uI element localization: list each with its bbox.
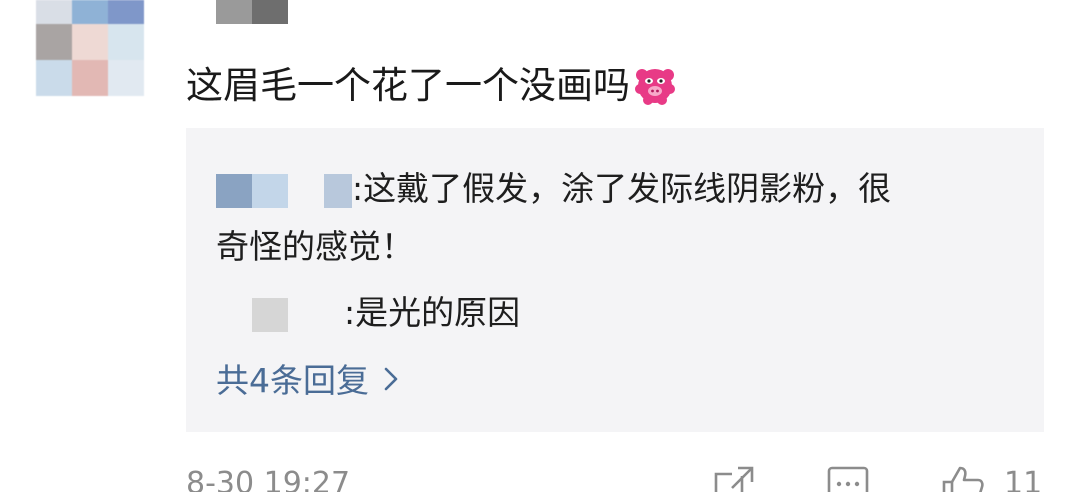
- reply-item[interactable]: :是光的原因: [216, 288, 520, 338]
- comment-body: 这眉毛一个花了一个没画吗: [186, 60, 676, 112]
- replies-panel[interactable]: :这戴了假发，涂了发际线阴影粉，很 奇怪的感觉！ :是光的原因 共4条回复: [186, 128, 1044, 432]
- reply-author-blurred[interactable]: [252, 297, 288, 332]
- reply-text: :是光的原因: [344, 293, 521, 332]
- username-blurred[interactable]: [216, 0, 288, 24]
- angry-pig-face-emoji-icon: [634, 65, 676, 107]
- reply-author-blurred-gap: [216, 298, 252, 332]
- chevron-right-icon: [383, 356, 399, 406]
- reply-item[interactable]: :这戴了假发，涂了发际线阴影粉，很: [216, 164, 891, 214]
- timestamp: 8-30 19:27: [186, 466, 351, 492]
- comment-icon[interactable]: [826, 464, 870, 492]
- like-icon[interactable]: [940, 464, 986, 492]
- comment-page: 这眉毛一个花了一个没画吗 :这戴了假发，涂了发际线阴影粉，很 奇怪的感觉！:是…: [0, 0, 1080, 492]
- comment-text: 这眉毛一个花了一个没画吗: [186, 64, 630, 107]
- more-replies-label: 共4条回复: [216, 361, 369, 400]
- reply-author-blurred-gap: [288, 174, 324, 208]
- reply-author-blurred[interactable]: [216, 173, 252, 208]
- comment-footer: 8-30 19:27 11: [0, 462, 1080, 492]
- reply-author-blurred-gap: [288, 298, 344, 332]
- share-icon[interactable]: [712, 464, 756, 492]
- reply-text: :这戴了假发，涂了发际线阴影粉，很: [352, 169, 892, 208]
- reply-text-continued: 奇怪的感觉！: [216, 227, 414, 266]
- view-all-replies-link[interactable]: 共4条回复: [216, 356, 399, 406]
- avatar[interactable]: [36, 0, 144, 96]
- reply-author-blurred-part: [324, 173, 352, 208]
- reply-author-blurred-part: [252, 173, 288, 208]
- like-count: 11: [1004, 466, 1043, 492]
